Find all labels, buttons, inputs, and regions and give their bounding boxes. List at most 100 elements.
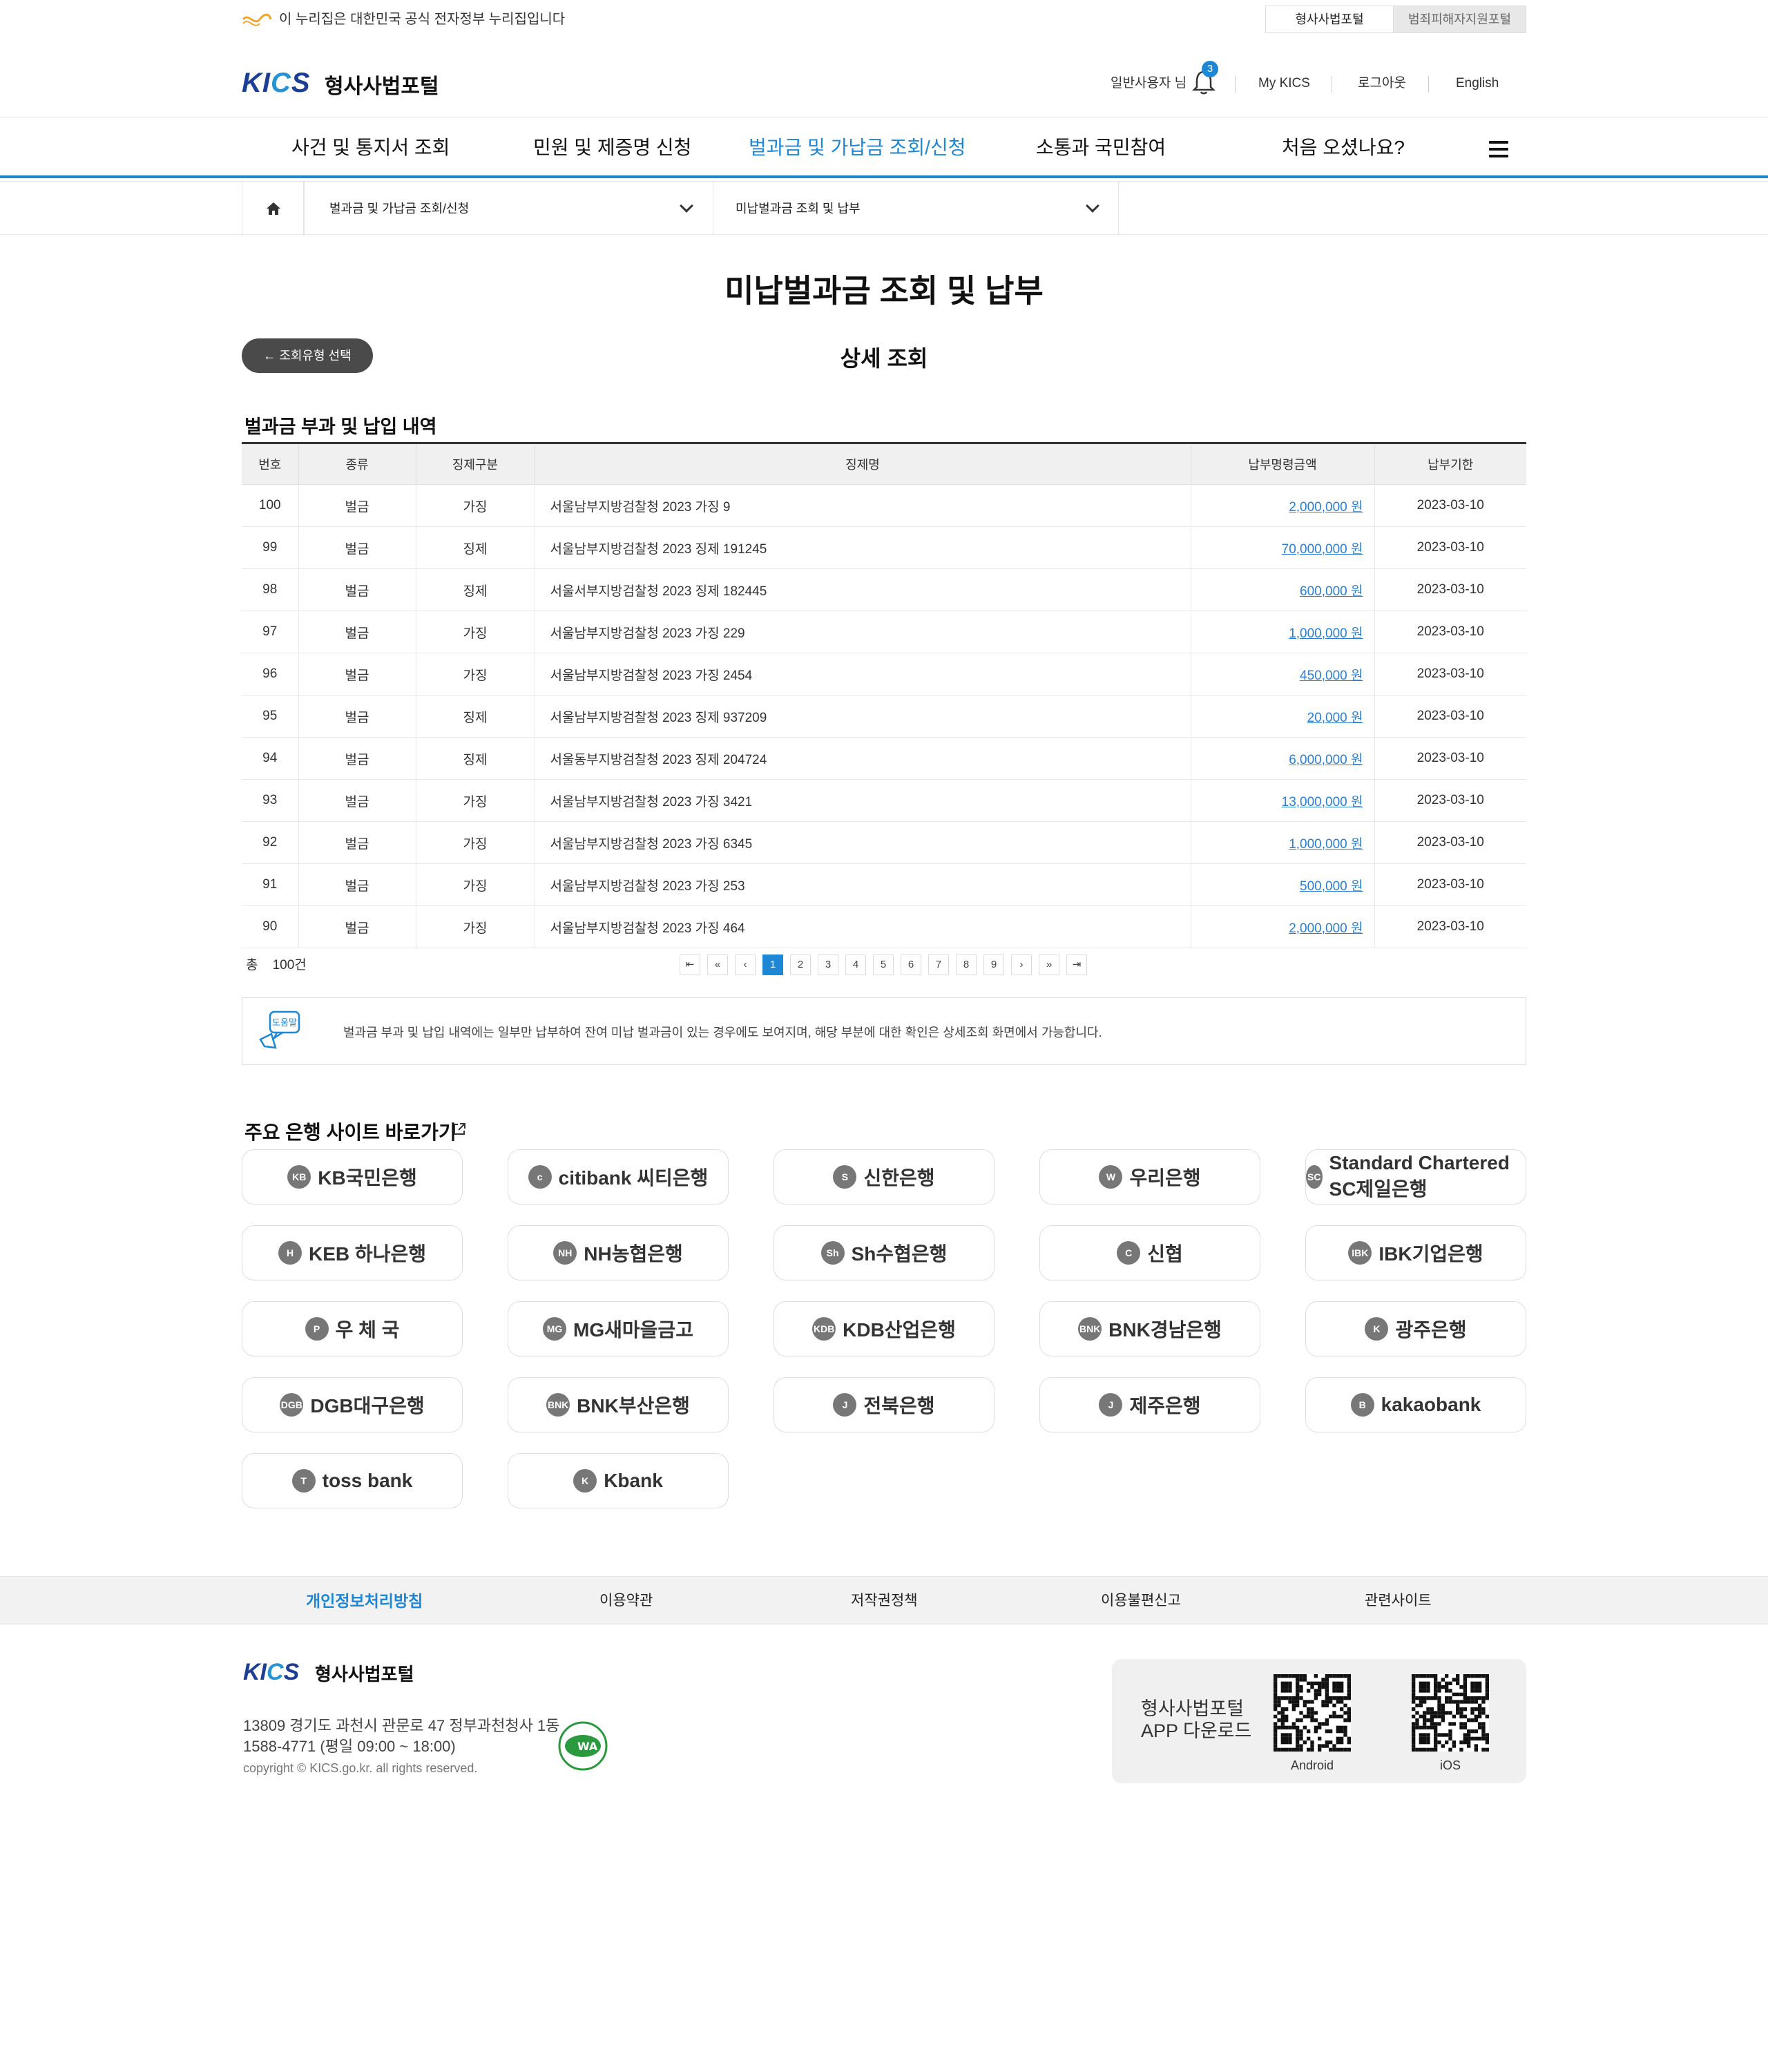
bank-logo-icon: SC <box>1306 1165 1323 1189</box>
bank-link-button[interactable]: K 광주은행 <box>1305 1301 1526 1356</box>
prev-group-button[interactable]: « <box>707 955 728 975</box>
bank-link-button[interactable]: J 전북은행 <box>774 1377 995 1432</box>
nav-first-visit[interactable]: 처음 오셨나요? <box>1282 134 1405 162</box>
bank-logo-icon: KDB <box>812 1317 836 1341</box>
cell-amount[interactable]: 2,000,000 원 <box>1190 905 1374 948</box>
nav-communication[interactable]: 소통과 국민참여 <box>1036 134 1166 162</box>
cell-amount[interactable]: 2,000,000 원 <box>1190 484 1374 527</box>
amount-link[interactable]: 2,000,000 원 <box>1289 921 1363 936</box>
nav-civil-petition[interactable]: 민원 및 제증명 신청 <box>533 134 691 162</box>
footer-copyright-link[interactable]: 저작권정책 <box>851 1591 918 1611</box>
bank-link-button[interactable]: J 제주은행 <box>1039 1377 1260 1432</box>
footer-privacy-link[interactable]: 개인정보처리방침 <box>306 1591 423 1611</box>
page-number-button[interactable]: 4 <box>845 955 866 975</box>
bank-link-button[interactable]: C 신협 <box>1039 1225 1260 1280</box>
cell-amount[interactable]: 70,000,000 원 <box>1190 526 1374 569</box>
bank-link-button[interactable]: DGB DGB대구은행 <box>242 1377 463 1432</box>
amount-link[interactable]: 13,000,000 원 <box>1282 795 1363 809</box>
amount-link[interactable]: 1,000,000 원 <box>1289 837 1363 852</box>
cell-amount[interactable]: 500,000 원 <box>1190 863 1374 906</box>
logout-link[interactable]: 로그아웃 <box>1358 73 1406 94</box>
tab-victim-portal[interactable]: 범죄피해자지원포털 <box>1394 6 1526 33</box>
cell-amount[interactable]: 20,000 원 <box>1190 695 1374 738</box>
page-number-button[interactable]: 3 <box>818 955 838 975</box>
bank-link-button[interactable]: Ttoss bank <box>242 1453 463 1508</box>
cell-type: 벌금 <box>298 821 416 864</box>
bank-link-button[interactable]: BNK BNK부산은행 <box>508 1377 729 1432</box>
kics-logo[interactable]: KICS <box>242 68 311 99</box>
divider <box>1428 76 1429 93</box>
cell-amount[interactable]: 1,000,000 원 <box>1190 611 1374 653</box>
footer-address-line: 13809 경기도 과천시 관문로 47 정부과천청사 1동 <box>243 1717 560 1734</box>
my-kics-link[interactable]: My KICS <box>1258 73 1310 94</box>
first-page-button[interactable]: ⇤ <box>680 955 700 975</box>
bank-name: 신협 <box>1147 1243 1183 1265</box>
cell-amount[interactable]: 6,000,000 원 <box>1190 737 1374 780</box>
amount-link[interactable]: 2,000,000 원 <box>1289 500 1363 515</box>
amount-link[interactable]: 600,000 원 <box>1300 584 1363 599</box>
nav-fines[interactable]: 벌과금 및 가납금 조회/신청 <box>749 134 965 162</box>
page-number-button[interactable]: 6 <box>901 955 921 975</box>
amount-link[interactable]: 450,000 원 <box>1300 669 1363 683</box>
home-button[interactable] <box>242 182 304 236</box>
next-group-button[interactable]: » <box>1039 955 1059 975</box>
bank-link-button[interactable]: Sh Sh수협은행 <box>774 1225 995 1280</box>
bank-link-button[interactable]: IBK IBK기업은행 <box>1305 1225 1526 1280</box>
cell-due-date: 2023-03-10 <box>1374 526 1526 569</box>
bank-link-button[interactable]: NH NH농협은행 <box>508 1225 729 1280</box>
page-number-button[interactable]: 9 <box>983 955 1004 975</box>
cell-amount[interactable]: 13,000,000 원 <box>1190 779 1374 822</box>
bank-link-button[interactable]: S 신한은행 <box>774 1149 995 1205</box>
amount-link[interactable]: 1,000,000 원 <box>1289 626 1363 641</box>
cell-amount[interactable]: 600,000 원 <box>1190 568 1374 611</box>
cell-due-date: 2023-03-10 <box>1374 653 1526 696</box>
cell-number: 93 <box>242 779 298 822</box>
page-number-button[interactable]: 5 <box>873 955 894 975</box>
bank-link-button[interactable]: W 우리은행 <box>1039 1149 1260 1205</box>
cell-division: 가징 <box>415 821 535 864</box>
bank-link-button[interactable]: BNK BNK경남은행 <box>1039 1301 1260 1356</box>
breadcrumb-level1[interactable]: 벌과금 및 가납금 조회/신청 <box>304 182 713 236</box>
bank-link-button[interactable]: Bkakaobank <box>1305 1377 1526 1432</box>
bank-name: Kbank <box>604 1470 663 1491</box>
english-link[interactable]: English <box>1456 73 1499 94</box>
amount-link[interactable]: 500,000 원 <box>1300 879 1363 894</box>
bank-link-button[interactable]: P우 체 국 <box>242 1301 463 1356</box>
cell-amount[interactable]: 450,000 원 <box>1190 653 1374 696</box>
page-number-button[interactable]: 7 <box>928 955 949 975</box>
cell-division: 가징 <box>415 653 535 696</box>
nav-case-lookup[interactable]: 사건 및 통지서 조회 <box>291 134 450 162</box>
breadcrumb-level2[interactable]: 미납벌과금 조회 및 납부 <box>713 182 1119 236</box>
footer-related-sites[interactable]: 관련사이트 <box>1365 1591 1432 1611</box>
table-row: 93 벌금 가징 서울남부지방검찰청 2023 가징 3421 13,000,000 원… <box>242 779 1526 822</box>
bank-link-button[interactable]: KDB KDB산업은행 <box>774 1301 995 1356</box>
last-page-button[interactable]: ⇥ <box>1066 955 1087 975</box>
footer-report-link[interactable]: 이용불편신고 <box>1101 1591 1181 1611</box>
amount-link[interactable]: 20,000 원 <box>1307 711 1363 725</box>
page-number-button[interactable]: 1 <box>762 955 783 975</box>
logo-site-name[interactable]: 형사사법포털 <box>325 69 439 99</box>
android-qr-code[interactable] <box>1274 1674 1351 1752</box>
bank-link-button[interactable]: MG MG새마을금고 <box>508 1301 729 1356</box>
bank-link-button[interactable]: KB KB국민은행 <box>242 1149 463 1205</box>
bank-link-button[interactable]: SC Standard Chartered SC제일은행 <box>1305 1149 1526 1205</box>
bank-link-button[interactable]: c citibank 씨티은행 <box>508 1149 729 1205</box>
bank-link-button[interactable]: K Kbank <box>508 1453 729 1508</box>
bank-link-button[interactable]: H KEB 하나은행 <box>242 1225 463 1280</box>
main-navigation: 사건 및 통지서 조회 민원 및 제증명 신청 벌과금 및 가납금 조회/신청 … <box>0 117 1768 178</box>
next-page-button[interactable]: › <box>1011 955 1032 975</box>
menu-icon[interactable] <box>1489 141 1508 157</box>
prev-page-button[interactable]: ‹ <box>735 955 756 975</box>
amount-link[interactable]: 70,000,000 원 <box>1282 542 1363 557</box>
pagination: ⇤ « ‹ 123456789 › » ⇥ <box>680 955 1087 975</box>
ios-qr-code[interactable] <box>1412 1674 1489 1752</box>
cell-amount[interactable]: 1,000,000 원 <box>1190 821 1374 864</box>
page-number-button[interactable]: 8 <box>956 955 977 975</box>
total-value: 100건 <box>272 958 307 972</box>
footer-terms-link[interactable]: 이용약관 <box>599 1591 653 1611</box>
amount-link[interactable]: 6,000,000 원 <box>1289 753 1363 767</box>
page-number-button[interactable]: 2 <box>790 955 811 975</box>
svg-text:WA: WA <box>577 1740 598 1753</box>
table-row: 97 벌금 가징 서울남부지방검찰청 2023 가징 229 1,000,000 원 20… <box>242 611 1526 653</box>
tab-criminal-portal[interactable]: 형사사법포털 <box>1265 6 1394 33</box>
